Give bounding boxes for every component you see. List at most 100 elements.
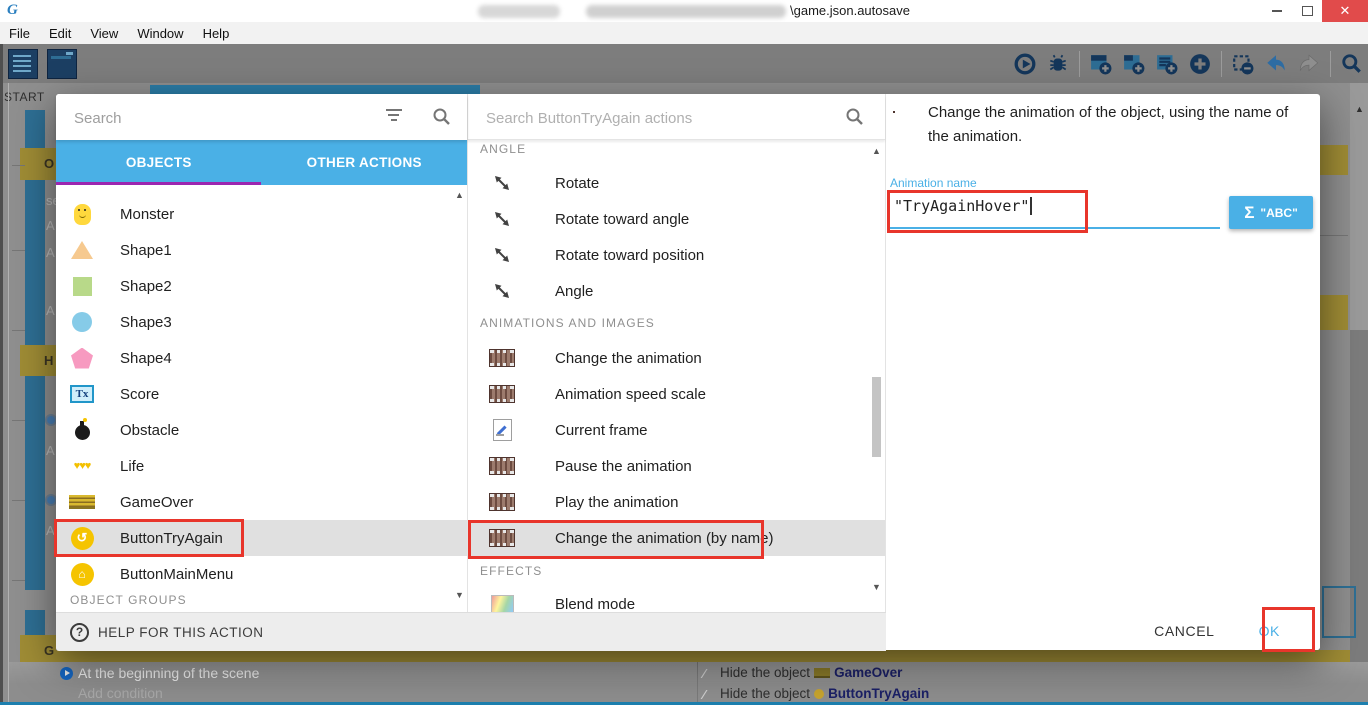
- event-action-row[interactable]: ⁄ Hide the object GameOver: [703, 665, 902, 680]
- add-event-icon[interactable]: [1089, 52, 1113, 76]
- cancel-button[interactable]: CANCEL: [1154, 623, 1214, 639]
- objects-list: Monster Shape1 Shape2 Shape3 Shape4: [56, 185, 467, 594]
- actions-search-input[interactable]: [484, 105, 818, 131]
- scene-tab-label[interactable]: START: [4, 90, 45, 104]
- scroll-down-icon[interactable]: ▼: [455, 590, 464, 600]
- help-icon: ?: [70, 623, 89, 642]
- redacted-title-segment: [478, 5, 560, 18]
- tab-objects[interactable]: OBJECTS: [56, 140, 262, 185]
- bomb-icon: [69, 417, 95, 443]
- object-row-monster[interactable]: Monster: [56, 196, 467, 232]
- search-icon[interactable]: [432, 107, 452, 127]
- search-icon[interactable]: [845, 107, 865, 127]
- comment-row[interactable]: H: [20, 345, 56, 376]
- menu-help[interactable]: Help: [203, 26, 230, 41]
- restore-button[interactable]: [1292, 0, 1322, 22]
- objects-search-input[interactable]: [72, 105, 366, 131]
- action-text: Hide the object: [720, 665, 810, 680]
- animation-name-label: Animation name: [890, 176, 977, 190]
- text-object-icon: Tx: [69, 381, 95, 407]
- object-row-gameover[interactable]: GameOver: [56, 484, 467, 520]
- menu-view[interactable]: View: [90, 26, 118, 41]
- tryagain-mini-icon: [814, 689, 824, 699]
- object-row-shape4[interactable]: Shape4: [56, 340, 467, 376]
- toolbar: [0, 44, 1368, 83]
- scene-begin-icon: [60, 667, 73, 680]
- clipped-text: A: [46, 218, 55, 233]
- expression-builder-button[interactable]: Σ "ABC": [1229, 196, 1313, 229]
- filmstrip-icon: [489, 345, 515, 371]
- scroll-up-icon[interactable]: ▲: [455, 190, 464, 200]
- action-row-current-frame[interactable]: Current frame: [468, 412, 885, 448]
- action-row-rotate-toward-position[interactable]: Rotate toward position: [468, 237, 885, 273]
- object-row-obstacle[interactable]: Obstacle: [56, 412, 467, 448]
- action-row-pause-animation[interactable]: Pause the animation: [468, 448, 885, 484]
- scrollbar-thumb[interactable]: [872, 377, 881, 457]
- comment-row[interactable]: O: [20, 148, 56, 180]
- panel-tabs: OBJECTS OTHER ACTIONS: [56, 140, 467, 185]
- scroll-down-icon[interactable]: ▼: [872, 582, 881, 592]
- scroll-up-icon[interactable]: ▲: [872, 146, 881, 156]
- add-circle-icon[interactable]: [1188, 52, 1212, 76]
- empty-event-placeholder[interactable]: [1322, 586, 1356, 638]
- clipped-text: A: [46, 523, 55, 538]
- action-text: Hide the object: [720, 686, 810, 701]
- clipped-text: A: [46, 245, 55, 260]
- object-row-shape2[interactable]: Shape2: [56, 268, 467, 304]
- action-row-change-animation[interactable]: Change the animation: [468, 340, 885, 376]
- redo-icon[interactable]: [1297, 52, 1321, 76]
- object-row-score[interactable]: Tx Score: [56, 376, 467, 412]
- condition-text[interactable]: At the beginning of the scene: [78, 665, 259, 681]
- project-manager-icon[interactable]: [8, 49, 38, 79]
- help-bar: ? HELP FOR THIS ACTION: [56, 612, 886, 651]
- add-comment-icon[interactable]: [1155, 52, 1179, 76]
- object-row-buttontryagain[interactable]: ↺ ButtonTryAgain: [56, 520, 467, 556]
- event-condition-row[interactable]: At the beginning of the scene: [9, 662, 1368, 684]
- tab-other-actions[interactable]: OTHER ACTIONS: [262, 140, 468, 185]
- add-subevent-icon[interactable]: [1122, 52, 1146, 76]
- actions-panel: ANGLE Rotate Rotate toward angle Rotate …: [467, 94, 886, 612]
- menu-file[interactable]: File: [9, 26, 30, 41]
- section-header-angle: ANGLE: [480, 142, 526, 156]
- filter-icon[interactable]: [386, 109, 404, 123]
- menu-edit[interactable]: Edit: [49, 26, 71, 41]
- debug-icon[interactable]: [1046, 52, 1070, 76]
- remove-event-icon[interactable]: [1231, 52, 1255, 76]
- filmstrip-icon: [489, 453, 515, 479]
- scroll-up-icon[interactable]: ▲: [1355, 104, 1364, 114]
- minimize-button[interactable]: [1262, 0, 1292, 22]
- event-add-condition-row[interactable]: Add condition: [9, 684, 1368, 702]
- action-row-play-animation[interactable]: Play the animation: [468, 484, 885, 520]
- object-row-buttonmainmenu[interactable]: ⌂ ButtonMainMenu: [56, 556, 467, 592]
- action-row-rotate-toward-angle[interactable]: Rotate toward angle: [468, 201, 885, 237]
- object-row-life[interactable]: ♥♥♥ Life: [56, 448, 467, 484]
- actions-search-bar: [468, 94, 885, 140]
- gameover-mini-icon: [814, 668, 830, 678]
- text-caret: [1030, 197, 1032, 215]
- scene-window-icon[interactable]: [47, 49, 77, 79]
- animation-name-input[interactable]: "TryAgainHover": [894, 193, 1032, 219]
- ok-button[interactable]: OK: [1259, 623, 1280, 639]
- app-content-dimmed: START O H G se A A A A A ▲ ▼: [0, 44, 1368, 705]
- event-action-row[interactable]: ⁄ Hide the object ButtonTryAgain: [703, 686, 929, 701]
- event-separator: [1320, 235, 1348, 236]
- menu-window[interactable]: Window: [137, 26, 183, 41]
- action-row-animation-speed-scale[interactable]: Animation speed scale: [468, 376, 885, 412]
- comment-row[interactable]: G: [20, 635, 56, 662]
- help-for-action-button[interactable]: HELP FOR THIS ACTION: [98, 625, 264, 640]
- undo-icon[interactable]: [1264, 52, 1288, 76]
- diagonal-arrows-icon: [489, 278, 515, 304]
- search-icon[interactable]: [1340, 52, 1364, 76]
- condition-action-divider: [697, 662, 698, 702]
- action-row-rotate[interactable]: Rotate: [468, 165, 885, 201]
- object-row-shape3[interactable]: Shape3: [56, 304, 467, 340]
- object-row-shape1[interactable]: Shape1: [56, 232, 467, 268]
- hearts-icon: ♥♥♥: [69, 453, 95, 479]
- play-icon[interactable]: [1013, 52, 1037, 76]
- action-row-angle[interactable]: Angle: [468, 273, 885, 309]
- close-button[interactable]: ✕: [1322, 0, 1368, 22]
- diagonal-arrows-icon: [489, 206, 515, 232]
- action-row-change-animation-by-name[interactable]: Change the animation (by name): [468, 520, 885, 556]
- add-condition-text[interactable]: Add condition: [78, 685, 163, 701]
- edit-action-icon: ⁄: [703, 687, 713, 700]
